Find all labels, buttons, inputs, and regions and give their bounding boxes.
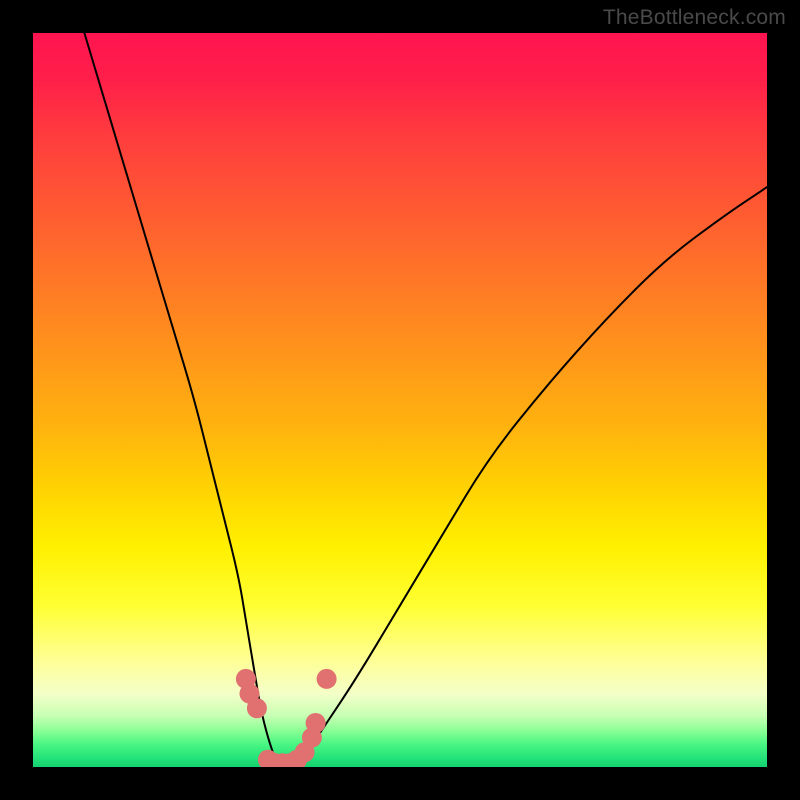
bottleneck-curve (84, 33, 767, 767)
curve-marker (247, 698, 267, 718)
curve-marker (306, 713, 326, 733)
chart-frame: TheBottleneck.com (0, 0, 800, 800)
curve-markers (236, 669, 337, 767)
curve-marker (317, 669, 337, 689)
bottleneck-curve-svg (33, 33, 767, 767)
watermark-text: TheBottleneck.com (603, 6, 786, 30)
plot-area (33, 33, 767, 767)
